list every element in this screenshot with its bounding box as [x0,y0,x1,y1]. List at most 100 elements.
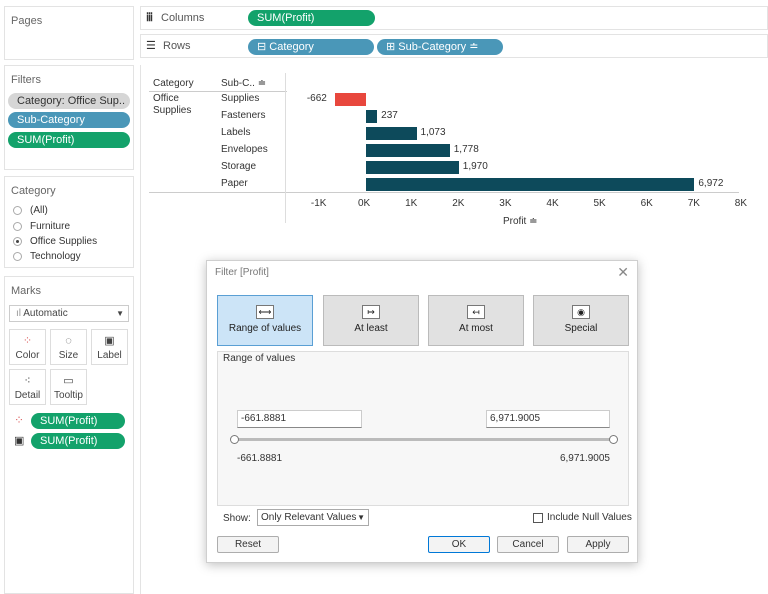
category-filter-card: Category (All) Furniture Office Supplies… [4,176,134,268]
tab-range-of-values[interactable]: ⟷ Range of values [217,295,313,346]
rows-shelf[interactable]: ☰ Rows ⊟ Category ⊞ Sub-Category ≐ [140,34,768,58]
marks-color-pill[interactable]: SUM(Profit) [31,413,125,429]
header-divider [149,91,287,92]
close-icon[interactable]: ✕ [617,264,629,281]
x-tick-label: 6K [640,198,653,209]
pages-card[interactable]: Pages [4,6,134,60]
radio-label: (All) [30,205,48,216]
size-button[interactable]: ◌ Size [50,329,87,365]
row-label: Paper [221,178,248,189]
reset-button[interactable]: Reset [217,536,279,553]
filter-pill-subcategory[interactable]: Sub-Category [8,112,130,128]
columns-label: Columns [161,12,205,24]
range-slider-min-handle[interactable] [230,435,239,444]
sort-icon: ≐ [529,216,538,227]
row-label: Envelopes [221,144,268,155]
category-filter-title: Category [11,185,56,197]
x-tick-label: 7K [687,198,700,209]
sort-icon: ≐ [469,41,479,53]
at-least-icon: ↦ [362,305,380,319]
radio-furniture[interactable]: Furniture [13,221,70,232]
row-label: Fasteners [221,110,266,121]
ok-button[interactable]: OK [428,536,490,553]
color-button[interactable]: ⁘ Color [9,329,46,365]
min-label: -661.8881 [237,453,283,464]
pill-text: Sub-Category [398,41,467,53]
row-label: Supplies [221,93,260,104]
bar[interactable] [366,110,378,123]
apply-button[interactable]: Apply [567,536,629,553]
tab-label: Range of values [228,323,302,334]
bar[interactable] [366,144,450,157]
x-tick-label: -1K [310,198,327,209]
radio-office-supplies[interactable]: Office Supplies [13,236,97,247]
range-slider-track[interactable] [235,438,615,441]
size-label: Size [58,350,79,361]
tab-special[interactable]: ◉ Special [533,295,629,346]
subcategory-header[interactable]: Sub-C.. ≐ [221,78,266,89]
header-text: Sub-C.. [221,78,255,89]
tooltip-button[interactable]: ▭ Tooltip [50,369,87,405]
x-tick-label: 3K [499,198,512,209]
show-label: Show: [223,513,251,524]
max-label: 6,971.9005 [559,453,610,464]
mark-type-dropdown[interactable]: ıl Automatic ▼ [9,305,129,322]
checkbox-box[interactable] [533,512,543,523]
data-label: 1,970 [462,161,488,172]
bar[interactable] [366,127,417,140]
x-tick-label: 2K [452,198,465,209]
tab-at-most[interactable]: ↤ At most [428,295,524,346]
pill-text: Category [269,41,314,53]
label-icon: ▣ [104,335,115,347]
header-divider-vertical [285,73,286,223]
x-tick-label: 1K [405,198,418,209]
label-icon: ▣ [14,435,25,447]
include-null-checkbox[interactable]: Include Null Values [533,512,632,523]
min-value-input[interactable]: -661.8881 [237,410,362,428]
bar[interactable] [334,93,366,106]
bar[interactable] [366,161,459,174]
tab-label: At least [354,323,388,334]
radio-technology[interactable]: Technology [13,251,81,262]
chevron-down-icon: ▼ [357,513,365,522]
row-label: Labels [221,127,251,138]
columns-shelf[interactable]: ⅲ Columns SUM(Profit) [140,6,768,30]
tab-at-least[interactable]: ↦ At least [323,295,419,346]
marks-title: Marks [11,285,41,297]
bar[interactable] [366,178,695,191]
category-value: Office Supplies [153,93,192,116]
filters-title: Filters [11,74,41,86]
filter-pill-profit[interactable]: SUM(Profit) [8,132,130,148]
rows-icon: ☰ [146,40,156,52]
x-tick-label: 8K [734,198,748,209]
radio-label: Technology [30,251,81,262]
max-value-input[interactable]: 6,971.9005 [486,410,610,428]
data-label: -662 [306,93,327,104]
label-button[interactable]: ▣ Label [91,329,128,365]
label-label: Label [97,350,122,361]
marks-label-pill[interactable]: SUM(Profit) [31,433,125,449]
color-icon: ⁘ [22,335,33,347]
rows-pill-subcategory[interactable]: ⊞ Sub-Category ≐ [377,39,503,55]
filter-pill-category[interactable]: Category: Office Sup.. [8,93,130,109]
special-icon: ◉ [572,305,590,319]
radio-label: Furniture [30,221,71,232]
radio-all[interactable]: (All) [13,205,48,216]
detail-button[interactable]: ⁖ Detail [9,369,46,405]
row-label: Storage [221,161,257,172]
range-slider-max-handle[interactable] [609,435,618,444]
show-dropdown[interactable]: Only Relevant Values ▼ [257,509,369,526]
tooltip-label: Tooltip [54,390,83,401]
cancel-button[interactable]: Cancel [497,536,559,553]
rows-pill-category[interactable]: ⊟ Category [248,39,374,55]
pane-divider [149,192,739,193]
x-tick-label: 0K [358,198,371,209]
columns-pill-profit[interactable]: SUM(Profit) [248,10,375,26]
range-icon: ⟷ [256,305,274,319]
x-tick-label: 5K [593,198,606,209]
data-label: 1,073 [420,127,446,138]
range-group: Range of values -661.8881 6,971.9005 -66… [217,351,629,506]
tab-label: At most [459,323,493,334]
filter-dialog: Filter [Profit] ✕ ⟷ Range of values ↦ At l… [206,260,638,563]
chevron-down-icon: ▼ [116,309,124,318]
